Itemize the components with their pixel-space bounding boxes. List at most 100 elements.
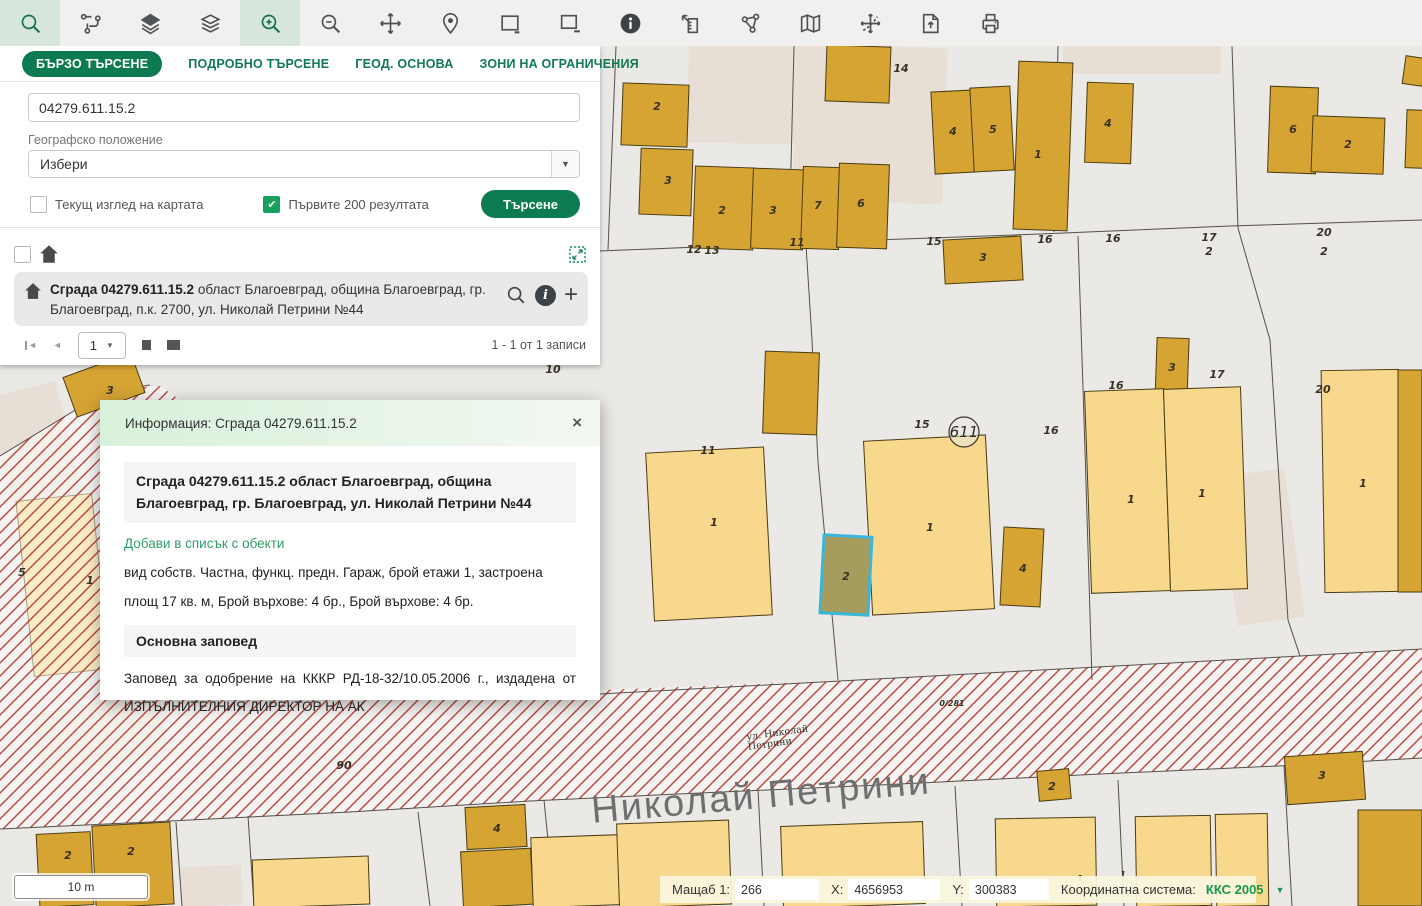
- layer-stack-icon[interactable]: [180, 0, 240, 46]
- search-input[interactable]: [28, 93, 580, 122]
- share-nodes-icon[interactable]: [720, 0, 780, 46]
- toolbar: [0, 0, 1422, 46]
- parcel-number-label: 1: [710, 516, 718, 529]
- map-icon[interactable]: [780, 0, 840, 46]
- pager-next-button[interactable]: ►: [142, 340, 151, 350]
- tab-restriction-zones[interactable]: ЗОНИ НА ОГРАНИЧЕНИЯ: [479, 57, 638, 71]
- expand-results-icon[interactable]: [569, 246, 586, 263]
- parcel-number-label: 15: [926, 235, 942, 248]
- parcel-number-label: 11: [789, 236, 804, 249]
- parcel-number-label: 1: [1198, 487, 1206, 500]
- map-building[interactable]: [1358, 810, 1422, 906]
- pager-last-button[interactable]: ►: [167, 340, 180, 350]
- current-view-checkbox[interactable]: [30, 196, 47, 213]
- panel-divider: [0, 227, 600, 228]
- pager-summary: 1 - 1 от 1 записи: [492, 338, 586, 352]
- parcel-number-label: 3: [1318, 769, 1326, 782]
- parcel-number-label: 90: [336, 759, 352, 772]
- result-info-icon[interactable]: i: [535, 285, 556, 306]
- parcel-number-label: 4: [1103, 117, 1112, 130]
- map-building[interactable]: [1084, 389, 1170, 594]
- search-icon[interactable]: [0, 0, 60, 46]
- check-icon: ✔: [267, 198, 276, 211]
- parcel-number-label: 14: [893, 62, 908, 75]
- layers-icon[interactable]: [120, 0, 180, 46]
- map-building[interactable]: [1402, 56, 1422, 87]
- parcel-number-label: 6: [1289, 123, 1297, 136]
- pager-prev-button[interactable]: ◄: [53, 340, 62, 350]
- search-tabs: БЪРЗО ТЪРСЕНЕ ПОДРОБНО ТЪРСЕНЕ ГЕОД. ОСН…: [0, 46, 600, 82]
- y-coordinate-input[interactable]: [969, 879, 1049, 900]
- popup-title: Информация: Сграда 04279.611.15.2: [125, 416, 357, 431]
- parcel-number-label: 2: [127, 845, 135, 858]
- chevron-down-icon: ▼: [106, 341, 114, 350]
- map-building[interactable]: [763, 351, 820, 435]
- geo-location-select[interactable]: Избери ▼: [28, 150, 580, 178]
- info-icon[interactable]: [600, 0, 660, 46]
- zoom-in-icon[interactable]: [240, 0, 300, 46]
- parcel-number-label: 1: [1359, 477, 1367, 490]
- tab-quick-search[interactable]: БЪРЗО ТЪРСЕНЕ: [22, 51, 162, 77]
- map-building[interactable]: [252, 856, 370, 906]
- extent-remove-icon[interactable]: [540, 0, 600, 46]
- parcel-number-label: 2: [653, 100, 661, 113]
- map-building[interactable]: [1405, 110, 1422, 169]
- geo-select-value: Избери: [40, 156, 88, 172]
- search-button[interactable]: Търсене: [481, 190, 580, 218]
- result-zoom-icon[interactable]: [505, 284, 527, 306]
- parcel-number-label: 4: [948, 125, 957, 138]
- close-icon[interactable]: ×: [572, 413, 582, 433]
- pagination: ◄ ◄ 1 ▼ ► ► 1 - 1 от 1 записи: [24, 331, 586, 359]
- quarter-number-label: 611: [950, 423, 979, 441]
- parcel-number-label: 7: [814, 199, 822, 212]
- zoom-out-icon[interactable]: [300, 0, 360, 46]
- route-icon[interactable]: [60, 0, 120, 46]
- chevron-down-icon[interactable]: ▼: [551, 151, 579, 177]
- popup-body: Сграда 04279.611.15.2 област Благоевград…: [100, 446, 600, 722]
- parcel-area: [179, 864, 243, 906]
- map-building[interactable]: [531, 834, 631, 906]
- page-select[interactable]: 1 ▼: [78, 332, 126, 359]
- extent-select-icon[interactable]: [480, 0, 540, 46]
- crs-select[interactable]: ККС 2005: [1206, 882, 1264, 897]
- map-building[interactable]: [646, 447, 773, 621]
- add-to-object-list-link[interactable]: Добави в списък с обекти: [124, 536, 576, 551]
- parcel-number-label: 1: [1034, 148, 1042, 161]
- select-all-checkbox[interactable]: [14, 246, 31, 263]
- measure-icon[interactable]: [660, 0, 720, 46]
- parcel-number-label: 17: [1209, 368, 1225, 381]
- crs-label: Координатна система:: [1061, 882, 1196, 897]
- scale-input[interactable]: [735, 879, 819, 900]
- result-id: Сграда 04279.611.15.2: [50, 282, 194, 297]
- popup-section-header: Основна заповед: [124, 625, 576, 657]
- map-building[interactable]: [825, 45, 891, 103]
- x-coordinate-input[interactable]: [848, 879, 940, 900]
- result-actions: i +: [505, 284, 578, 306]
- coordinates-icon[interactable]: [840, 0, 900, 46]
- pan-icon[interactable]: [360, 0, 420, 46]
- map-building[interactable]: [621, 83, 689, 147]
- tab-detailed-search[interactable]: ПОДРОБНО ТЪРСЕНЕ: [188, 57, 329, 71]
- page-number: 1: [90, 338, 97, 353]
- map-building[interactable]: [461, 848, 534, 906]
- print-icon[interactable]: [960, 0, 1020, 46]
- map-building[interactable]: [1013, 61, 1073, 231]
- map-scale-bar: 10 m: [14, 875, 148, 899]
- map-building[interactable]: [1398, 370, 1422, 592]
- parcel-number-label: 3: [979, 251, 987, 264]
- tab-geodetic-basis[interactable]: ГЕОД. ОСНОВА: [355, 57, 453, 71]
- first200-checkbox[interactable]: ✔: [263, 196, 280, 213]
- export-icon[interactable]: [900, 0, 960, 46]
- result-item[interactable]: Сграда 04279.611.15.2 област Благоевград…: [14, 272, 588, 326]
- location-icon[interactable]: [420, 0, 480, 46]
- chevron-down-icon[interactable]: ▼: [1276, 885, 1285, 895]
- parcel-number-label: 16: [1105, 232, 1121, 245]
- building-icon: [39, 244, 59, 264]
- pager-first-button[interactable]: ◄: [24, 340, 37, 350]
- parcel-area: [1063, 46, 1221, 74]
- search-options-row: Текущ изглед на картата ✔ Първите 200 ре…: [30, 189, 588, 219]
- last-page-icon: ►: [167, 340, 176, 350]
- info-popup: Информация: Сграда 04279.611.15.2 × Сгра…: [100, 400, 600, 700]
- parcel-number-label: 15: [914, 418, 930, 431]
- result-add-icon[interactable]: +: [564, 286, 578, 304]
